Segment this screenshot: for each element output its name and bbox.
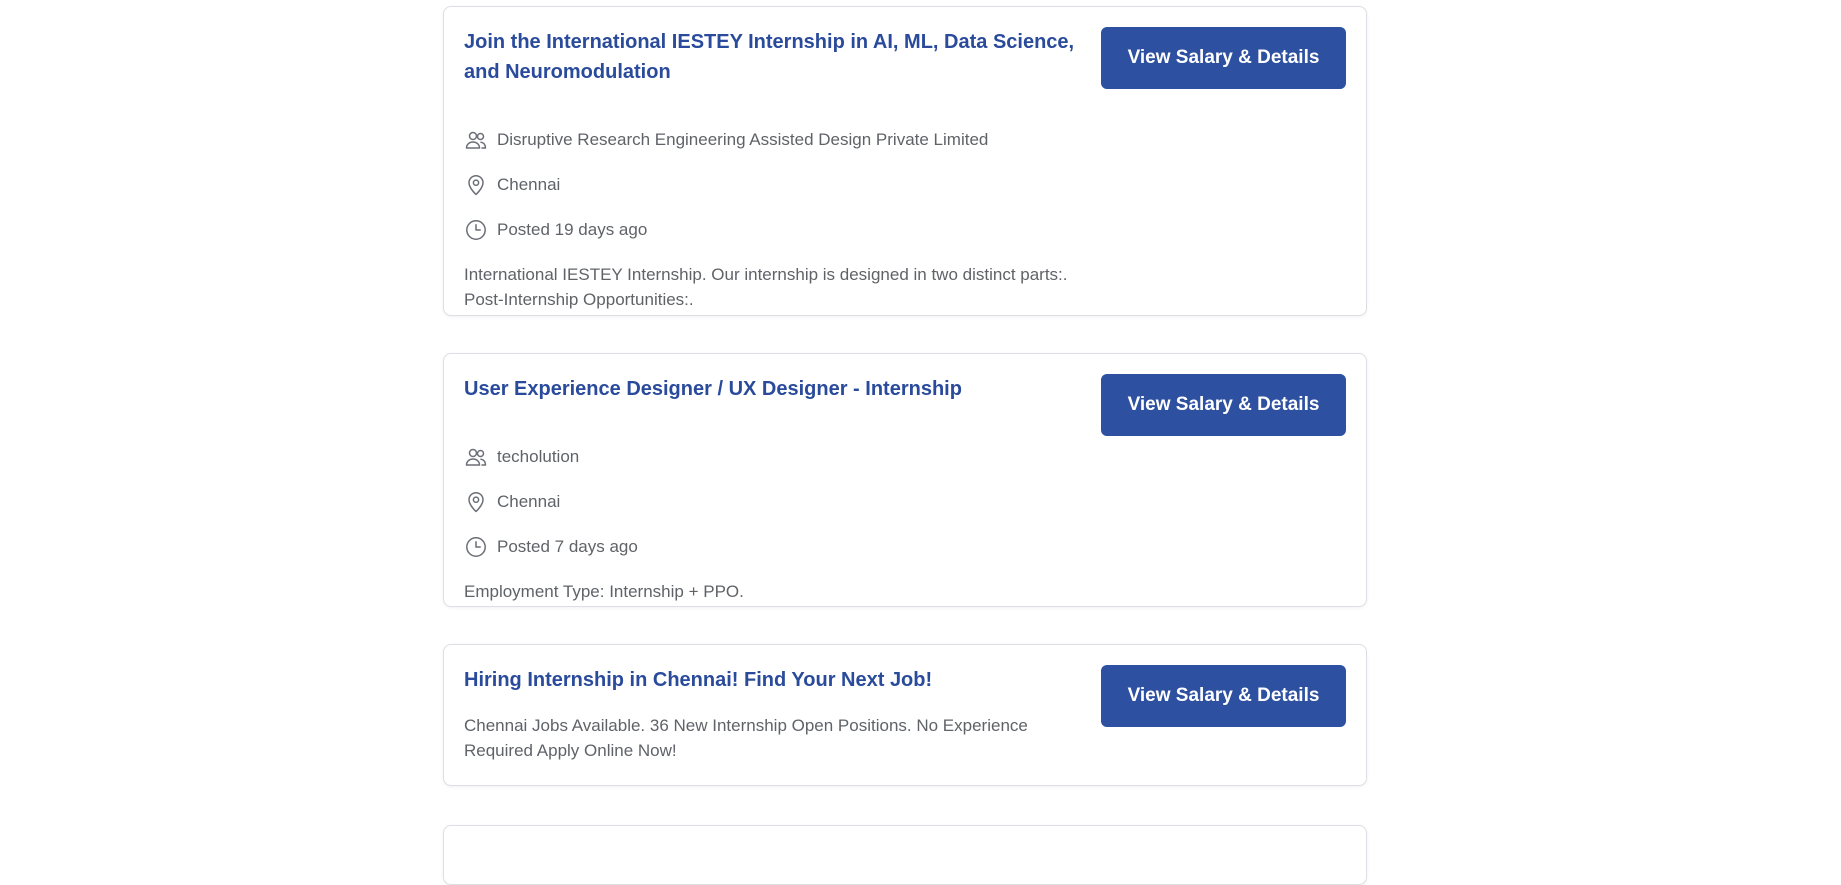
job-title-link[interactable]: User Experience Designer / UX Designer -… bbox=[464, 374, 1086, 404]
job-card-main: Hiring Internship in Chennai! Find Your … bbox=[464, 665, 1086, 763]
view-salary-details-button[interactable]: View Salary & Details bbox=[1101, 27, 1346, 89]
users-icon bbox=[465, 448, 487, 466]
job-card-main: Join the International IESTEY Internship… bbox=[464, 27, 1086, 312]
location-row: Chennai bbox=[464, 173, 1086, 197]
clock-icon bbox=[466, 537, 486, 557]
users-icon bbox=[465, 131, 487, 149]
company-name: techolution bbox=[497, 447, 580, 466]
company-name: Disruptive Research Engineering Assisted… bbox=[497, 130, 989, 149]
job-card: Hiring Internship in Chennai! Find Your … bbox=[443, 644, 1367, 786]
job-title-link[interactable]: Hiring Internship in Chennai! Find Your … bbox=[464, 665, 1086, 695]
job-description: Employment Type: Internship + PPO. bbox=[464, 582, 744, 601]
posted-row: Posted 7 days ago bbox=[464, 535, 1086, 559]
job-description: Chennai Jobs Available. 36 New Internshi… bbox=[464, 716, 1028, 760]
job-card-main: User Experience Designer / UX Designer -… bbox=[464, 374, 1086, 604]
map-pin-icon bbox=[468, 491, 484, 513]
job-title-link[interactable]: Join the International IESTEY Internship… bbox=[464, 27, 1086, 87]
job-location: Chennai bbox=[497, 492, 561, 511]
location-row: Chennai bbox=[464, 490, 1086, 514]
job-description: International IESTEY Internship. Our int… bbox=[464, 265, 1068, 309]
view-salary-details-button[interactable]: View Salary & Details bbox=[1101, 665, 1346, 727]
job-card: Join the International IESTEY Internship… bbox=[443, 6, 1367, 316]
posted-date: Posted 19 days ago bbox=[497, 220, 648, 239]
view-salary-details-button[interactable]: View Salary & Details bbox=[1101, 374, 1346, 436]
company-row: Disruptive Research Engineering Assisted… bbox=[464, 128, 1086, 152]
posted-row: Posted 19 days ago bbox=[464, 218, 1086, 242]
map-pin-icon bbox=[468, 174, 484, 196]
job-card: User Experience Designer / UX Designer -… bbox=[443, 353, 1367, 607]
job-card bbox=[443, 825, 1367, 885]
posted-date: Posted 7 days ago bbox=[497, 537, 638, 556]
clock-icon bbox=[466, 220, 486, 240]
company-row: techolution bbox=[464, 445, 1086, 469]
job-location: Chennai bbox=[497, 175, 561, 194]
